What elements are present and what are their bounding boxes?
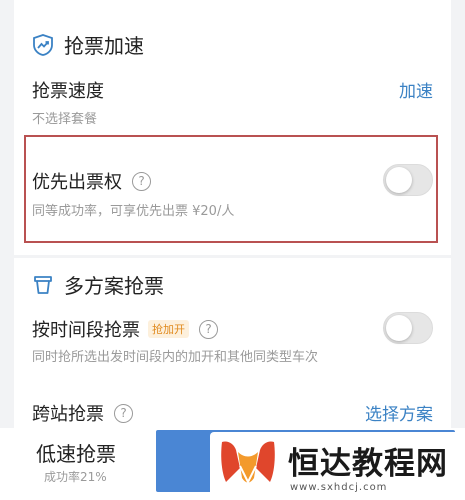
time-row-title: 按时间段抢票 抢加开 ? xyxy=(32,316,218,342)
time-badge: 抢加开 xyxy=(148,320,189,338)
cup-icon xyxy=(32,274,54,296)
toggle-knob xyxy=(386,167,412,193)
accelerate-title: 抢票加速 xyxy=(64,34,144,58)
priority-row-title: 优先出票权 ? xyxy=(32,168,151,194)
station-label: 跨站抢票 xyxy=(32,404,104,425)
slow-grab-sub: 成功率21% xyxy=(44,470,107,484)
multi-plan-card: 多方案抢票 按时间段抢票 抢加开 ? 同时抢所选出发时间段内的加开和其他同类型车… xyxy=(14,258,451,428)
watermark: 恒达教程网 www.sxhdcj.com xyxy=(210,432,465,498)
toggle-knob xyxy=(386,315,412,341)
time-toggle[interactable] xyxy=(383,312,433,344)
choose-plan-link[interactable]: 选择方案 xyxy=(365,400,433,425)
accelerate-link[interactable]: 加速 xyxy=(399,77,433,102)
station-row-title: 跨站抢票 ? xyxy=(32,400,133,426)
accelerate-header: 抢票加速 xyxy=(32,30,144,59)
priority-toggle[interactable] xyxy=(383,164,433,196)
speed-sub: 不选择套餐 xyxy=(32,112,98,127)
watermark-url: www.sxhdcj.com xyxy=(290,482,388,493)
multi-plan-title: 多方案抢票 xyxy=(64,274,164,298)
help-icon[interactable]: ? xyxy=(132,171,151,191)
watermark-name: 恒达教程网 xyxy=(288,446,448,482)
speed-label: 抢票速度 xyxy=(32,81,104,102)
shield-chart-icon xyxy=(32,33,54,56)
time-label: 按时间段抢票 xyxy=(32,320,140,341)
accelerate-card: 抢票加速 抢票速度 不选择套餐 加速 优先出票权 ? 同等成功率，可享优先出票 … xyxy=(14,0,451,255)
priority-label: 优先出票权 xyxy=(32,172,122,193)
help-icon[interactable]: ? xyxy=(114,403,133,423)
time-sub: 同时抢所选出发时间段内的加开和其他同类型车次 xyxy=(32,350,319,365)
help-icon[interactable]: ? xyxy=(199,319,218,339)
multi-plan-header: 多方案抢票 xyxy=(32,270,164,299)
slow-grab-label: 低速抢票 xyxy=(36,442,116,466)
watermark-logo-icon xyxy=(218,438,278,488)
priority-sub: 同等成功率，可享优先出票 ¥20/人 xyxy=(32,204,235,219)
